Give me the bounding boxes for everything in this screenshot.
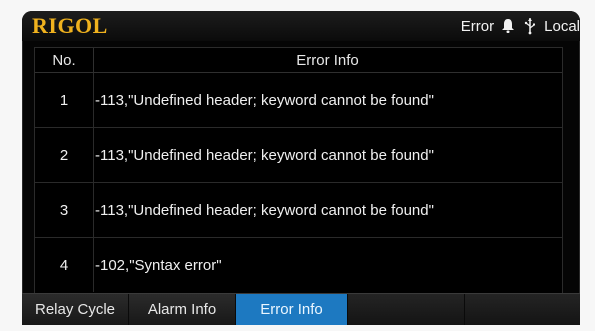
tab-error-info[interactable]: Error Info	[236, 294, 348, 325]
column-header-no: No.	[35, 48, 94, 72]
error-message: -102,"Syntax error"	[95, 256, 222, 274]
status-area: Error Local	[461, 15, 580, 37]
row-number: 2	[35, 128, 94, 182]
device-screen: RIGOL Error Local No. Error Info 1 -113,…	[22, 11, 580, 325]
local-mode-text: Local	[544, 17, 580, 35]
error-message: -113,"Undefined header; keyword cannot b…	[95, 91, 434, 109]
row-number: 4	[35, 238, 94, 292]
table-row[interactable]: 4 -102,"Syntax error"	[35, 238, 562, 292]
tab-empty-4[interactable]	[348, 294, 465, 325]
device-bezel: RIGOL Error Local No. Error Info 1 -113,…	[0, 0, 595, 331]
error-status-text: Error	[460, 17, 495, 35]
table-header: No. Error Info	[35, 48, 562, 73]
column-header-error-info: Error Info	[296, 51, 359, 69]
tab-relay-cycle[interactable]: Relay Cycle	[22, 294, 129, 325]
error-message: -113,"Undefined header; keyword cannot b…	[95, 201, 434, 219]
table-row[interactable]: 1 -113,"Undefined header; keyword cannot…	[35, 73, 562, 128]
table-row[interactable]: 2 -113,"Undefined header; keyword cannot…	[35, 128, 562, 183]
row-number: 1	[35, 73, 94, 127]
tab-empty-5[interactable]	[465, 294, 580, 325]
row-number: 3	[35, 183, 94, 237]
bell-icon	[500, 17, 516, 35]
usb-icon	[522, 17, 538, 35]
table-row[interactable]: 3 -113,"Undefined header; keyword cannot…	[35, 183, 562, 238]
softkey-bar: Relay Cycle Alarm Info Error Info	[22, 293, 580, 325]
error-message: -113,"Undefined header; keyword cannot b…	[95, 146, 434, 164]
tab-alarm-info[interactable]: Alarm Info	[129, 294, 236, 325]
brand-logo: RIGOL	[32, 13, 108, 38]
status-bar: RIGOL Error Local	[22, 11, 580, 41]
error-table: No. Error Info 1 -113,"Undefined header;…	[34, 47, 563, 296]
